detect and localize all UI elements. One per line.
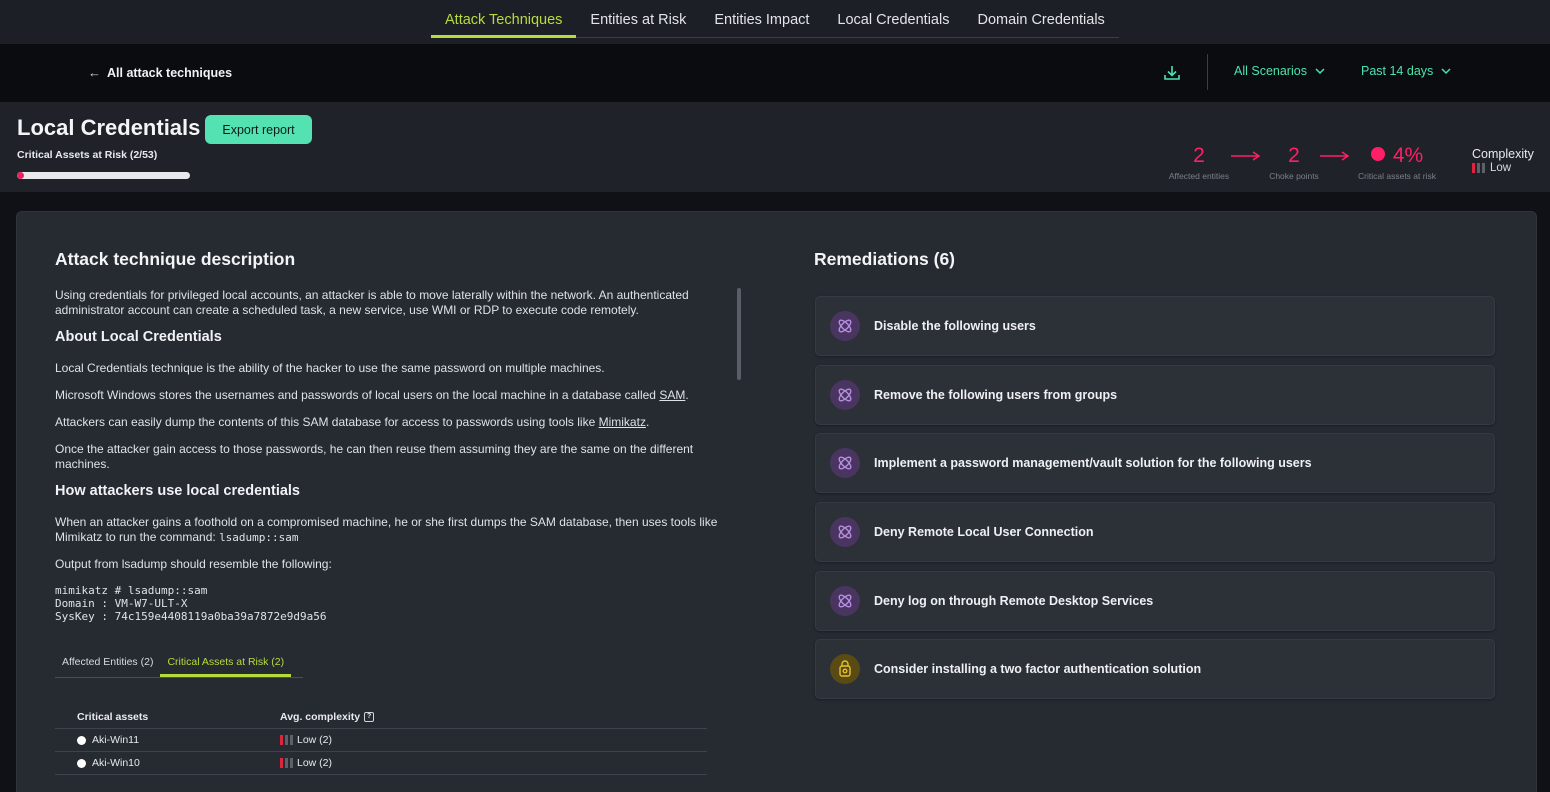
divider xyxy=(1207,54,1208,90)
remediation-label: Implement a password management/vault so… xyxy=(874,456,1312,471)
arrow-right-icon xyxy=(1320,151,1350,161)
inline-code: lsadump::sam xyxy=(219,531,299,544)
export-report-button[interactable]: Export report xyxy=(205,115,312,144)
remediation-item[interactable]: Deny Remote Local User Connection xyxy=(815,502,1495,563)
tab-affected-entities[interactable]: Affected Entities (2) xyxy=(55,650,160,677)
affected-entities-stat: 2 Affected entities xyxy=(1164,144,1234,182)
complexity-bars-icon xyxy=(280,735,293,745)
period-dropdown-label: Past 14 days xyxy=(1361,64,1434,78)
table-header: Critical assets Avg. complexity? xyxy=(55,706,707,729)
remediation-item[interactable]: Consider installing a two factor authent… xyxy=(815,639,1495,700)
complexity-title: Complexity xyxy=(1472,147,1534,161)
description-paragraph: Output from lsadump should resemble the … xyxy=(55,557,332,571)
tab-entities-impact[interactable]: Entities Impact xyxy=(700,0,823,38)
arrow-right-icon xyxy=(1231,151,1261,161)
two-factor-icon xyxy=(830,654,860,685)
progress-fill xyxy=(17,172,24,179)
page-title: Local Credentials xyxy=(17,115,201,140)
affected-entities-label: Affected entities xyxy=(1168,171,1230,181)
critical-assets-progress-bar xyxy=(17,172,190,179)
remediation-item[interactable]: Deny log on through Remote Desktop Servi… xyxy=(815,570,1495,631)
mimikatz-link[interactable]: Mimikatz xyxy=(599,415,646,429)
period-dropdown[interactable]: Past 14 days xyxy=(1361,64,1451,78)
affected-entities-count: 2 xyxy=(1193,144,1205,167)
info-icon[interactable]: ? xyxy=(364,712,375,722)
description-paragraph: Local Credentials technique is the abili… xyxy=(55,361,605,375)
table-row[interactable]: Aki-Win10 Low (2) xyxy=(55,752,707,775)
remediation-item[interactable]: Disable the following users xyxy=(815,296,1495,356)
remediation-icon xyxy=(830,311,860,341)
how-heading: How attackers use local credentials xyxy=(55,483,300,499)
description-paragraph: Microsoft Windows stores the usernames a… xyxy=(55,388,689,402)
complexity-value: Low xyxy=(1490,162,1512,174)
remediation-label: Consider installing a two factor authent… xyxy=(874,662,1202,677)
asset-tabs: Affected Entities (2) Critical Assets at… xyxy=(55,650,303,678)
scenarios-dropdown-label: All Scenarios xyxy=(1234,64,1307,78)
chevron-down-icon xyxy=(1315,68,1325,75)
top-tabs: Attack Techniques Entities at Risk Entit… xyxy=(431,0,1119,38)
complexity-indicator: Complexity Low xyxy=(1472,147,1534,174)
top-navigation: Attack Techniques Entities at Risk Entit… xyxy=(0,0,1550,44)
asset-name: Aki-Win10 xyxy=(92,757,140,769)
tab-entities-at-risk[interactable]: Entities at Risk xyxy=(576,0,700,38)
critical-assets-risk-label: Critical Assets at Risk (2/53) xyxy=(17,149,158,161)
asset-dot-icon xyxy=(77,735,86,745)
description-paragraph: When an attacker gains a foothold on a c… xyxy=(55,515,718,544)
download-icon[interactable] xyxy=(1162,63,1182,83)
asset-complexity: Low (2) xyxy=(297,757,333,769)
asset-complexity: Low (2) xyxy=(297,734,333,746)
back-link-label: All attack techniques xyxy=(107,65,233,80)
complexity-bars-icon xyxy=(280,758,293,768)
remediation-item[interactable]: Remove the following users from groups xyxy=(815,364,1495,425)
remediation-label: Deny Remote Local User Connection xyxy=(874,525,1094,540)
column-header-complexity: Avg. complexity xyxy=(280,711,361,723)
description-paragraph: Once the attacker gain access to those p… xyxy=(55,442,694,471)
critical-assets-percent: 4% xyxy=(1392,144,1424,167)
asset-dot-icon xyxy=(77,758,86,768)
tab-domain-credentials[interactable]: Domain Credentials xyxy=(963,0,1118,38)
sam-link[interactable]: SAM xyxy=(659,388,685,402)
back-link[interactable]: ← All attack techniques xyxy=(88,65,232,80)
description-scrollbar[interactable] xyxy=(737,288,741,380)
tab-attack-techniques[interactable]: Attack Techniques xyxy=(431,0,577,38)
column-header-assets: Critical assets xyxy=(77,711,149,723)
complexity-bars-icon xyxy=(1472,163,1485,173)
description-body: Using credentials for privileged local a… xyxy=(55,288,735,623)
choke-points-label: Choke points xyxy=(1269,171,1319,181)
remediation-label: Deny log on through Remote Desktop Servi… xyxy=(874,593,1154,608)
page-header: Local Credentials Export report Critical… xyxy=(0,102,1550,192)
toolbar: ← All attack techniques All Scenarios Pa… xyxy=(0,44,1550,102)
code-block: mimikatz # lsadump::sam Domain : VM-W7-UL… xyxy=(55,584,327,623)
choke-points-count: 2 xyxy=(1288,144,1300,167)
description-heading: Attack technique description xyxy=(55,249,296,269)
main-card: Attack technique description Using crede… xyxy=(16,211,1537,792)
remediations-list: Disable the following users Remove the f… xyxy=(815,296,1495,708)
scenarios-dropdown[interactable]: All Scenarios xyxy=(1234,64,1325,78)
tab-local-credentials[interactable]: Local Credentials xyxy=(823,0,963,38)
remediation-label: Remove the following users from groups xyxy=(874,387,1118,402)
about-heading: About Local Credentials xyxy=(55,329,222,345)
arrow-left-icon: ← xyxy=(88,65,101,80)
choke-points-stat: 2 Choke points xyxy=(1264,144,1324,182)
description-paragraph: Attackers can easily dump the contents o… xyxy=(55,415,650,429)
asset-name: Aki-Win11 xyxy=(92,734,140,746)
remediation-icon xyxy=(830,379,860,410)
remediation-icon xyxy=(830,517,860,548)
chevron-down-icon xyxy=(1441,68,1451,75)
critical-dot-icon xyxy=(1370,147,1385,161)
remediation-icon xyxy=(830,448,860,479)
remediation-item[interactable]: Implement a password management/vault so… xyxy=(815,433,1495,494)
remediation-icon xyxy=(830,585,860,616)
remediations-heading: Remediations (6) xyxy=(814,249,955,269)
remediation-label: Disable the following users xyxy=(874,319,1036,333)
tab-critical-assets[interactable]: Critical Assets at Risk (2) xyxy=(160,650,292,677)
description-intro: Using credentials for privileged local a… xyxy=(55,288,689,317)
critical-assets-table: Critical assets Avg. complexity? Aki-Win… xyxy=(55,706,707,775)
table-row[interactable]: Aki-Win11 Low (2) xyxy=(55,729,707,752)
critical-assets-label: Critical assets at risk xyxy=(1358,171,1436,181)
critical-assets-stat: 4% Critical assets at risk xyxy=(1352,144,1442,182)
